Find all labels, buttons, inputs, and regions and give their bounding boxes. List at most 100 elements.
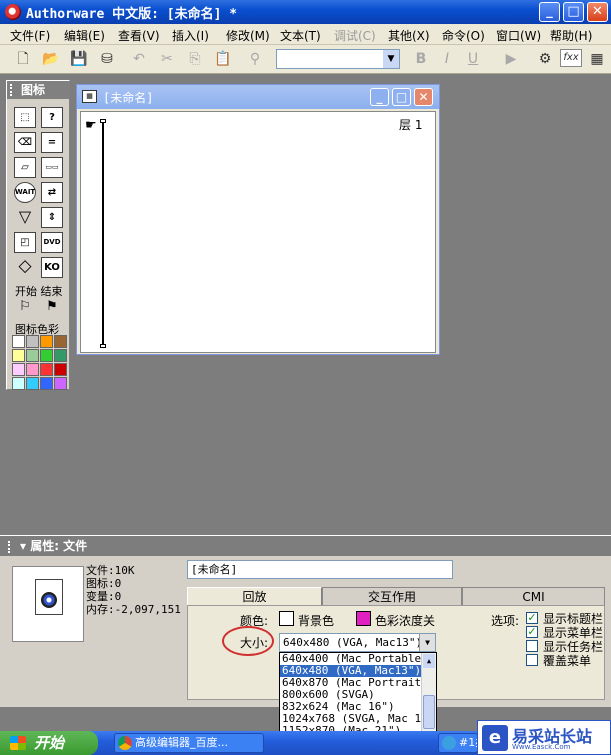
italic-button[interactable]: I — [436, 49, 458, 69]
wait-icon[interactable]: = — [41, 132, 63, 153]
import-icon[interactable]: ⛁ — [96, 49, 118, 69]
chevron-down-icon[interactable]: ▼ — [419, 634, 435, 651]
design-maximize-button[interactable]: □ — [392, 88, 411, 106]
design-minimize-button[interactable]: _ — [370, 88, 389, 106]
color-swatch[interactable] — [54, 363, 67, 376]
menu-window[interactable]: 窗口(W) — [496, 27, 541, 44]
functions-button[interactable]: fxx — [560, 49, 582, 67]
taskbar-item-browser[interactable]: 高级编辑器_百度... — [114, 733, 264, 753]
checkbox-show-title-bar[interactable]: ✓ — [526, 612, 538, 624]
interaction-icon[interactable]: ⇄ — [41, 182, 63, 203]
color-swatch[interactable] — [40, 363, 53, 376]
color-swatch[interactable] — [54, 335, 67, 348]
start-label: 开始 — [34, 734, 65, 752]
diamond-icon[interactable]: ◇ — [14, 257, 36, 278]
paste-icon[interactable]: 📋 — [212, 49, 234, 69]
find-icon[interactable]: ⚲ — [244, 49, 266, 69]
display-icon[interactable]: ⬚ — [14, 107, 36, 128]
erase-icon[interactable]: ⌫ — [14, 132, 36, 153]
start-flag-icon[interactable]: ⚐ — [14, 297, 36, 318]
tab-interaction[interactable]: 交互作用 — [322, 587, 462, 606]
variables-icon[interactable]: ▦ — [586, 49, 608, 69]
grip-icon[interactable] — [8, 540, 16, 553]
chevron-down-icon[interactable]: ▼ — [383, 50, 399, 68]
tab-playback[interactable]: 回放 — [187, 587, 322, 606]
navigate-icon[interactable]: ▱ — [14, 157, 36, 178]
start-button[interactable]: 开始 — [0, 731, 98, 755]
title-bar: Authorware 中文版: [未命名] * _ □ ✕ — [0, 0, 611, 24]
open-file-icon[interactable]: 📂 — [40, 49, 62, 69]
design-canvas[interactable]: ☛ 层 1 — [80, 111, 436, 353]
color-swatch[interactable] — [26, 335, 39, 348]
knowledge-object-icon[interactable]: KO — [41, 257, 63, 278]
close-button[interactable]: ✕ — [587, 2, 608, 22]
design-window-titlebar[interactable]: ▦ [未命名] _ □ ✕ — [77, 85, 439, 109]
color-swatch[interactable] — [54, 377, 67, 390]
calculation-icon[interactable]: ⇕ — [41, 207, 63, 228]
windows-logo-icon — [10, 736, 26, 750]
copy-icon[interactable]: ⎘ — [184, 49, 206, 69]
wait-circle-icon[interactable]: WAIT — [14, 182, 36, 203]
design-close-button[interactable]: ✕ — [414, 88, 433, 106]
menu-command[interactable]: 命令(O) — [442, 27, 485, 44]
color-swatch[interactable] — [12, 363, 25, 376]
properties-titlebar[interactable]: ▾ 属性: 文件 — [0, 536, 611, 556]
minimize-button[interactable]: _ — [539, 2, 560, 22]
menu-debug[interactable]: 调试(C) — [334, 27, 376, 44]
taskbar-item-label: #1办 — [459, 736, 477, 749]
menu-insert[interactable]: 插入(I) — [172, 27, 209, 44]
color-swatch[interactable] — [12, 349, 25, 362]
color-swatch[interactable] — [26, 349, 39, 362]
bold-button[interactable]: B — [410, 49, 432, 69]
checkbox-overlay-menu[interactable] — [526, 654, 538, 666]
color-swatch[interactable] — [54, 349, 67, 362]
info-memory: 内存:-2,097,151 — [86, 603, 181, 616]
menu-help[interactable]: 帮助(H) — [550, 27, 592, 44]
color-swatch[interactable] — [26, 363, 39, 376]
cut-icon[interactable]: ✂ — [156, 49, 178, 69]
checkbox-show-menu-bar[interactable]: ✓ — [526, 626, 538, 638]
framework-icon[interactable]: ▭▭ — [41, 157, 63, 178]
map-icon[interactable]: ◰ — [14, 232, 36, 253]
decision-icon[interactable]: ▽ — [14, 207, 36, 228]
file-title-input[interactable]: [未命名] — [187, 560, 453, 579]
color-swatch[interactable] — [12, 377, 25, 390]
checkbox-show-task-bar[interactable] — [526, 640, 538, 652]
menu-modify[interactable]: 修改(M) — [226, 27, 270, 44]
color-swatch[interactable] — [26, 377, 39, 390]
maximize-button[interactable]: □ — [563, 2, 584, 22]
expand-arrow-icon[interactable]: ▾ — [20, 539, 30, 553]
new-file-icon[interactable]: 🗋 — [12, 49, 34, 69]
menu-view[interactable]: 查看(V) — [118, 27, 160, 44]
scroll-thumb[interactable] — [423, 695, 435, 729]
dvd-icon[interactable]: DVD — [41, 232, 63, 253]
background-color-swatch[interactable] — [279, 611, 294, 626]
color-swatch[interactable] — [40, 349, 53, 362]
authorware-app-icon[interactable] — [5, 4, 21, 20]
properties-title: 属性: 文件 — [30, 539, 88, 553]
restart-icon[interactable]: ▶ — [500, 49, 522, 69]
text-style-combo[interactable]: ▼ — [276, 49, 400, 69]
scroll-up-icon[interactable]: ▲ — [423, 654, 435, 668]
menu-file[interactable]: 文件(F) — [10, 27, 50, 44]
end-flag-icon[interactable]: ⚑ — [41, 297, 63, 318]
save-all-icon[interactable]: 💾 — [68, 49, 90, 69]
color-swatch[interactable] — [40, 335, 53, 348]
tab-cmi[interactable]: CMI — [462, 587, 605, 606]
flowline[interactable] — [102, 122, 104, 347]
motion-icon[interactable]: ? — [41, 107, 63, 128]
menu-text[interactable]: 文本(T) — [280, 27, 321, 44]
chroma-key-color-swatch[interactable] — [356, 611, 371, 626]
underline-button[interactable]: U — [462, 49, 484, 69]
undo-icon[interactable]: ↶ — [128, 49, 150, 69]
menu-edit[interactable]: 编辑(E) — [64, 27, 105, 44]
layer-label: 层 1 — [399, 118, 423, 132]
grip-icon[interactable] — [10, 84, 18, 96]
menu-other[interactable]: 其他(X) — [388, 27, 430, 44]
color-swatch[interactable] — [40, 377, 53, 390]
background-color-label: 背景色 — [298, 614, 335, 628]
taskbar-item-2[interactable]: #1办 — [438, 733, 478, 753]
color-swatch[interactable] — [12, 335, 25, 348]
size-select[interactable]: 640x480 (VGA, Mac13") ▼ — [279, 633, 436, 652]
control-panel-icon[interactable]: ⚙ — [534, 49, 556, 69]
